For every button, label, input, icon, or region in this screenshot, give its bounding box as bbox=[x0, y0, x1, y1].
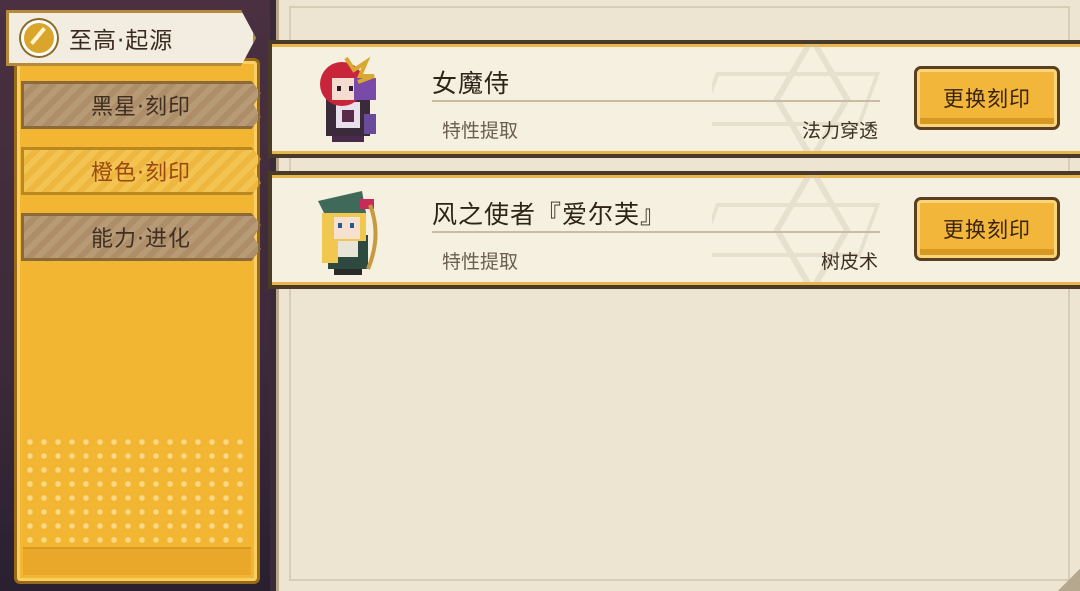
sidebar-pattern bbox=[23, 435, 251, 545]
change-inscription-button[interactable]: 更换刻印 bbox=[914, 197, 1060, 261]
tab-label: 能力·进化 bbox=[91, 227, 191, 252]
tab-label: 橙色·刻印 bbox=[91, 161, 191, 186]
sidebar-footer bbox=[23, 547, 251, 575]
hero-card: 女魔侍 特性提取 法力穿透 更换刻印 bbox=[268, 40, 1080, 158]
hero-card: 风之使者『爱尔芙』 特性提取 树皮术 更换刻印 bbox=[268, 171, 1080, 289]
divider bbox=[432, 231, 880, 233]
property-label: 特性提取 bbox=[442, 251, 519, 273]
tab-ability-evolution[interactable]: 能力·进化 bbox=[21, 213, 261, 261]
tab-supreme-origin[interactable]: 至高·起源 bbox=[6, 10, 256, 66]
red-haired-sorceress-avatar bbox=[320, 56, 376, 142]
coin-icon bbox=[21, 20, 57, 56]
property-value: 法力穿透 bbox=[801, 120, 878, 142]
property-label: 特性提取 bbox=[442, 120, 519, 142]
property-value: 树皮术 bbox=[820, 251, 878, 273]
blonde-elf-archer-avatar bbox=[318, 191, 378, 275]
tab-black-star-inscription[interactable]: 黑星·刻印 bbox=[21, 81, 261, 129]
corner-decoration bbox=[1058, 569, 1080, 591]
sidebar: 黑星·刻印 橙色·刻印 能力·进化 bbox=[14, 58, 261, 584]
hero-name: 风之使者『爱尔芙』 bbox=[432, 200, 667, 229]
tab-label: 至高·起源 bbox=[69, 28, 174, 54]
star-decoration bbox=[712, 175, 881, 285]
tab-label: 黑星·刻印 bbox=[91, 95, 191, 120]
tab-orange-inscription[interactable]: 橙色·刻印 bbox=[21, 147, 261, 195]
hero-name: 女魔侍 bbox=[432, 69, 511, 98]
divider bbox=[432, 100, 880, 102]
change-inscription-button[interactable]: 更换刻印 bbox=[914, 66, 1060, 130]
